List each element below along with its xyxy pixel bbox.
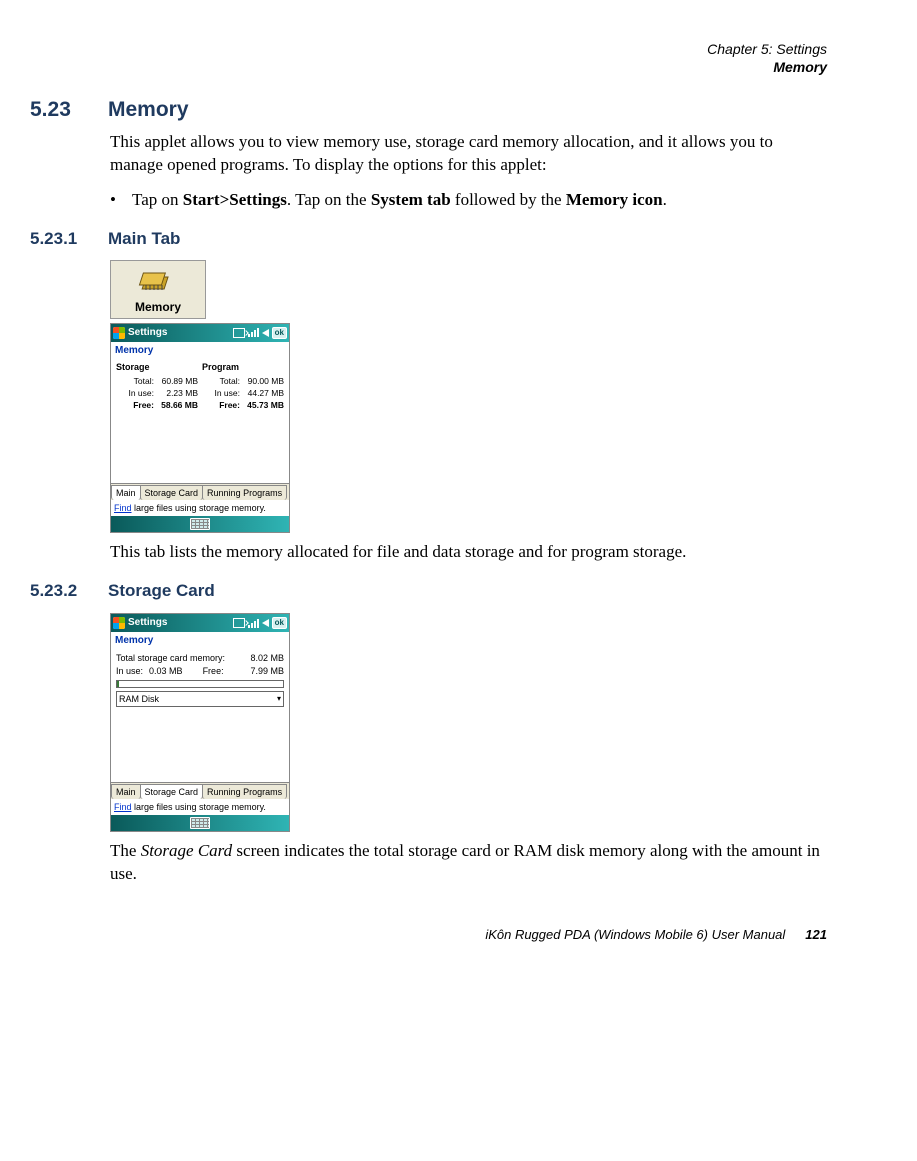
keyboard-icon xyxy=(190,518,210,530)
ppc-titlebar-2: Settings ok xyxy=(111,614,289,632)
memory-chip-icon xyxy=(136,267,180,297)
storage-total-label: Total: xyxy=(116,375,154,387)
tab-main: Main xyxy=(111,485,141,500)
section-para: This applet allows you to view memory us… xyxy=(110,131,827,177)
program-total-value: 90.00 MB xyxy=(240,375,284,387)
running-header: Chapter 5: Settings Memory xyxy=(30,40,827,76)
find-text: large files using storage memory. xyxy=(132,503,266,513)
bullet-text: Tap on Start>Settings. Tap on the System… xyxy=(132,189,667,212)
page-number: 121 xyxy=(805,926,827,944)
storage-inuse-label: In use: xyxy=(116,387,154,399)
signal-icon xyxy=(248,619,259,628)
sc-total-label: Total storage card memory: xyxy=(116,652,225,664)
subsection-2-heading: 5.23.2 Storage Card xyxy=(30,580,827,603)
bullet-text-mid2: followed by the xyxy=(451,190,566,209)
find-bar-2: Find large files using storage memory. xyxy=(111,799,289,815)
subsection-1-heading: 5.23.1 Main Tab xyxy=(30,228,827,251)
screenshot-main-tab: Memory Settings ok Memory Storage Total:… xyxy=(110,260,827,533)
section-heading: 5.23 Memory xyxy=(30,96,827,124)
storage-inuse-value: 2.23 MB xyxy=(154,387,198,399)
connectivity-icon xyxy=(233,328,245,338)
footer-text: iKôn Rugged PDA (Windows Mobile 6) User … xyxy=(485,926,785,944)
subsection-2-number: 5.23.2 xyxy=(30,580,94,603)
bullet-bold-systemtab: System tab xyxy=(371,190,451,209)
tab-bar-2: Main Storage Card Running Programs xyxy=(111,782,289,799)
bullet-bold-memoryicon: Memory icon xyxy=(566,190,663,209)
applet-heading: Memory xyxy=(111,342,289,360)
titlebar-icons: ok xyxy=(233,327,287,339)
bullet-bold-start: Start>Settings xyxy=(183,190,287,209)
storage-free-label: Free: xyxy=(116,399,154,411)
bullet-text-mid1: . Tap on the xyxy=(287,190,371,209)
screenshot-storage-card: Settings ok Memory Total storage card me… xyxy=(110,613,827,832)
storage-header: Storage xyxy=(116,361,198,373)
memory-icon-label: Memory xyxy=(113,299,203,315)
sc-free-label: Free: xyxy=(203,665,224,677)
tab-running-programs: Running Programs xyxy=(202,485,287,500)
storage-total-value: 60.89 MB xyxy=(154,375,198,387)
tab-running-programs: Running Programs xyxy=(202,784,287,799)
storage-dropdown: RAM Disk ▾ xyxy=(116,691,284,707)
program-inuse-label: In use: xyxy=(202,387,240,399)
signal-icon xyxy=(248,328,259,337)
header-topic: Memory xyxy=(30,58,827,76)
find-text: large files using storage memory. xyxy=(132,802,266,812)
dropdown-value: RAM Disk xyxy=(119,693,159,705)
ppc-titlebar: Settings ok xyxy=(111,324,289,342)
start-icon xyxy=(113,327,125,339)
bullet-text-end: . xyxy=(663,190,667,209)
program-total-label: Total: xyxy=(202,375,240,387)
bullet-text-pre: Tap on xyxy=(132,190,183,209)
program-free-label: Free: xyxy=(202,399,240,411)
connectivity-icon xyxy=(233,618,245,628)
start-icon xyxy=(113,617,125,629)
section-number: 5.23 xyxy=(30,96,94,124)
subsection-1-title: Main Tab xyxy=(108,228,180,251)
keyboard-icon xyxy=(190,817,210,829)
find-link: Find xyxy=(114,802,132,812)
tab-main: Main xyxy=(111,784,141,799)
ppc-screenshot-main: Settings ok Memory Storage Total:60.89 M… xyxy=(110,323,290,534)
find-bar: Find large files using storage memory. xyxy=(111,500,289,516)
applet-heading-2: Memory xyxy=(111,632,289,650)
ok-button: ok xyxy=(272,327,287,339)
subsection-2-title: Storage Card xyxy=(108,580,215,603)
ok-button: ok xyxy=(272,617,287,629)
subsection-1-number: 5.23.1 xyxy=(30,228,94,251)
ppc-screenshot-storage: Settings ok Memory Total storage card me… xyxy=(110,613,290,832)
sip-bar xyxy=(111,516,289,532)
instruction-bullet: • Tap on Start>Settings. Tap on the Syst… xyxy=(110,189,827,212)
sc-inuse-value: 0.03 MB xyxy=(149,665,183,677)
main-tab-description: This tab lists the memory allocated for … xyxy=(110,541,827,564)
find-link: Find xyxy=(114,503,132,513)
sc-total-value: 8.02 MB xyxy=(250,652,284,664)
page-footer: iKôn Rugged PDA (Windows Mobile 6) User … xyxy=(30,926,827,944)
sc-desc-pre: The xyxy=(110,841,141,860)
section-title: Memory xyxy=(108,96,189,124)
program-free-value: 45.73 MB xyxy=(240,399,284,411)
usage-bar xyxy=(116,680,284,688)
program-inuse-value: 44.27 MB xyxy=(240,387,284,399)
storage-card-description: The Storage Card screen indicates the to… xyxy=(110,840,827,886)
chevron-down-icon: ▾ xyxy=(277,694,281,705)
titlebar-text: Settings xyxy=(128,326,167,340)
tab-bar: Main Storage Card Running Programs xyxy=(111,483,289,500)
volume-icon xyxy=(262,329,269,337)
sc-inuse-label: In use: xyxy=(116,665,143,677)
sip-bar-2 xyxy=(111,815,289,831)
bullet-marker: • xyxy=(110,189,116,212)
volume-icon xyxy=(262,619,269,627)
titlebar-icons: ok xyxy=(233,617,287,629)
tab-storage-card: Storage Card xyxy=(140,485,204,500)
program-header: Program xyxy=(202,361,284,373)
storage-free-value: 58.66 MB xyxy=(154,399,198,411)
memory-applet-icon: Memory xyxy=(110,260,206,318)
header-chapter: Chapter 5: Settings xyxy=(30,40,827,58)
titlebar-text: Settings xyxy=(128,616,167,630)
sc-desc-italic: Storage Card xyxy=(141,841,232,860)
tab-storage-card: Storage Card xyxy=(140,784,204,799)
sc-free-value: 7.99 MB xyxy=(250,665,284,677)
